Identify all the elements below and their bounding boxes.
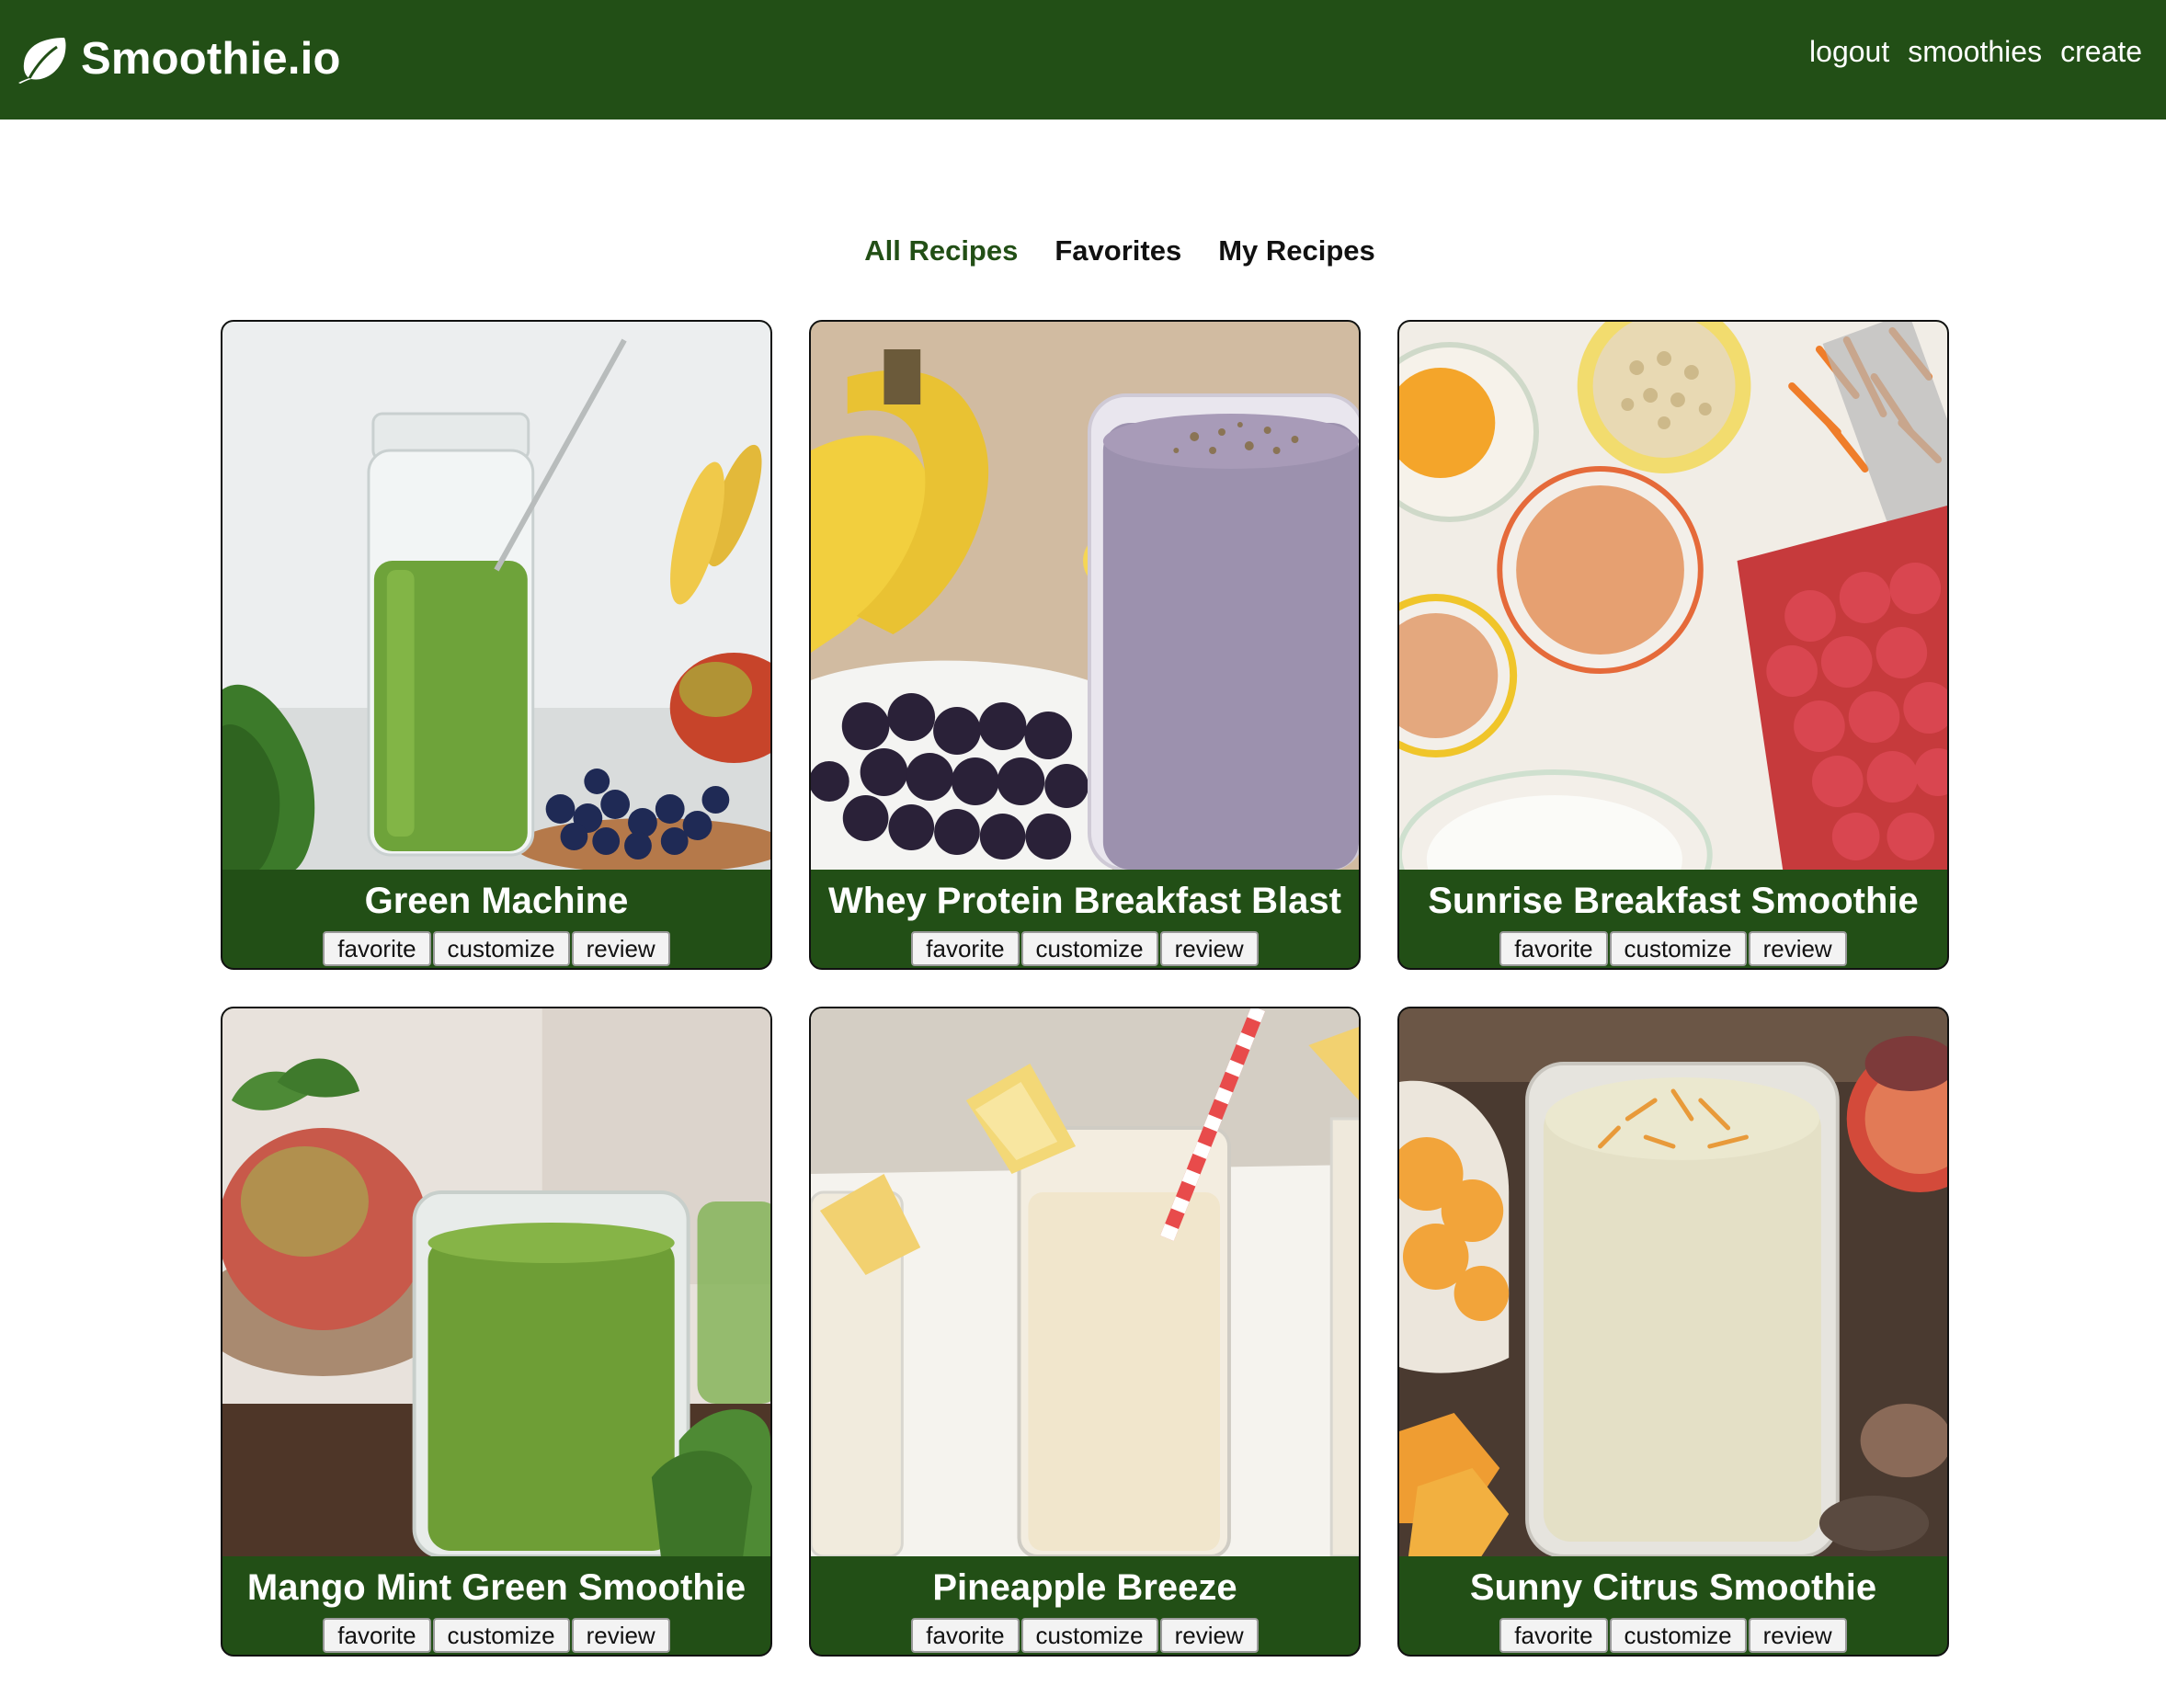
recipe-actions: favorite customize review — [222, 1618, 770, 1653]
recipe-actions: favorite customize review — [811, 931, 1359, 966]
recipe-grid: Green Machine favorite customize review — [221, 320, 1949, 1657]
recipe-card: Mango Mint Green Smoothie favorite custo… — [221, 1007, 772, 1657]
recipe-title: Whey Protein Breakfast Blast — [828, 881, 1341, 921]
favorite-button[interactable]: favorite — [1499, 1618, 1608, 1653]
recipe-actions: favorite customize review — [1399, 931, 1947, 966]
brand[interactable]: Smoothie.io — [17, 26, 341, 92]
tab-my-recipes[interactable]: My Recipes — [1218, 234, 1375, 268]
recipe-image — [1399, 322, 1947, 870]
brand-name: Smoothie.io — [81, 34, 341, 84]
recipe-image — [1399, 1008, 1947, 1556]
tab-favorites[interactable]: Favorites — [1054, 234, 1181, 268]
favorite-button[interactable]: favorite — [911, 931, 1020, 966]
review-button[interactable]: review — [1159, 1618, 1259, 1653]
recipe-actions: favorite customize review — [811, 1618, 1359, 1653]
customize-button[interactable]: customize — [1609, 1618, 1747, 1653]
customize-button[interactable]: customize — [1609, 931, 1747, 966]
favorite-button[interactable]: favorite — [323, 931, 431, 966]
favorite-button[interactable]: favorite — [911, 1618, 1020, 1653]
favorite-button[interactable]: favorite — [323, 1618, 431, 1653]
review-button[interactable]: review — [571, 931, 670, 966]
customize-button[interactable]: customize — [432, 1618, 570, 1653]
recipe-card: Pineapple Breeze favorite customize revi… — [809, 1007, 1361, 1657]
recipe-title: Sunrise Breakfast Smoothie — [1428, 881, 1919, 921]
recipe-title: Mango Mint Green Smoothie — [246, 1567, 747, 1608]
favorite-button[interactable]: favorite — [1499, 931, 1608, 966]
customize-button[interactable]: customize — [432, 931, 570, 966]
recipe-image — [222, 1008, 770, 1556]
top-navbar: Smoothie.io logout smoothies create — [0, 0, 2166, 120]
nav-smoothies-link[interactable]: smoothies — [1908, 35, 2042, 69]
recipe-tabs: All Recipes Favorites My Recipes — [0, 234, 2166, 268]
recipe-title: Pineapple Breeze — [932, 1567, 1237, 1608]
recipe-actions: favorite customize review — [1399, 1618, 1947, 1653]
recipe-card: Green Machine favorite customize review — [221, 320, 772, 970]
recipe-image — [811, 1008, 1359, 1556]
recipe-title: Sunny Citrus Smoothie — [1469, 1567, 1877, 1608]
recipe-title: Green Machine — [364, 881, 629, 921]
recipe-card: Whey Protein Breakfast Blast favorite cu… — [809, 320, 1361, 970]
review-button[interactable]: review — [1748, 931, 1847, 966]
customize-button[interactable]: customize — [1020, 1618, 1158, 1653]
review-button[interactable]: review — [1748, 1618, 1847, 1653]
recipe-card: Sunny Citrus Smoothie favorite customize… — [1397, 1007, 1949, 1657]
recipe-actions: favorite customize review — [222, 931, 770, 966]
leaf-icon — [18, 38, 66, 84]
nav-logout-link[interactable]: logout — [1809, 35, 1889, 69]
recipe-image — [222, 322, 770, 870]
nav-links: logout smoothies create — [1809, 35, 2142, 69]
tab-all-recipes[interactable]: All Recipes — [864, 234, 1018, 268]
recipe-image — [811, 322, 1359, 870]
nav-create-link[interactable]: create — [2060, 35, 2142, 69]
review-button[interactable]: review — [571, 1618, 670, 1653]
customize-button[interactable]: customize — [1020, 931, 1158, 966]
review-button[interactable]: review — [1159, 931, 1259, 966]
recipe-card: Sunrise Breakfast Smoothie favorite cust… — [1397, 320, 1949, 970]
